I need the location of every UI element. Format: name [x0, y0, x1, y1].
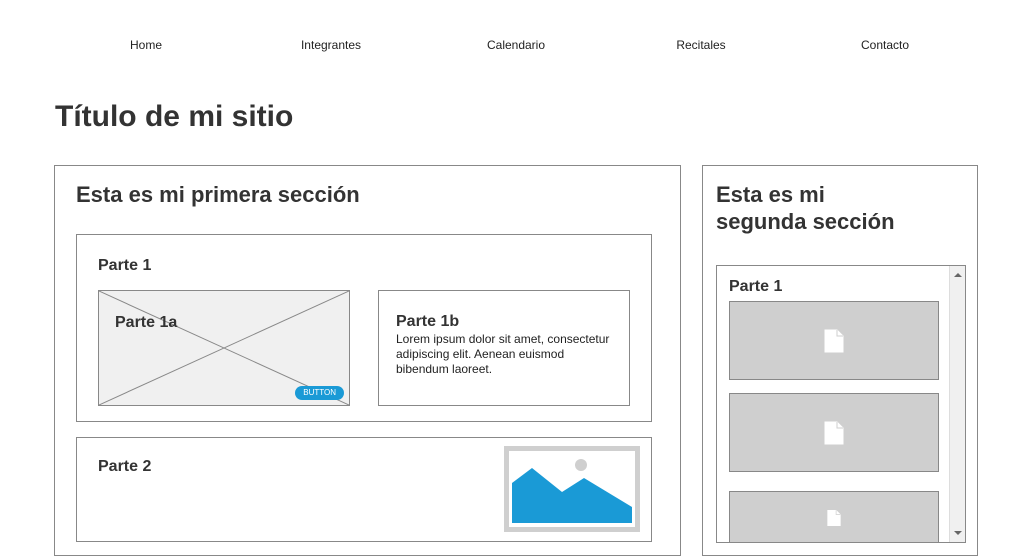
parte2-image	[504, 446, 640, 532]
second-section-title-line1: Esta es mi	[716, 182, 825, 207]
parte2-card: Parte 2	[76, 437, 652, 542]
second-section-title-line2: segunda sección	[716, 209, 895, 234]
nav-item-home[interactable]: Home	[130, 38, 162, 52]
parte1a-image-placeholder: Parte 1a BUTTON	[98, 290, 350, 406]
site-title: Título de mi sitio	[55, 100, 294, 133]
nav-item-calendario[interactable]: Calendario	[487, 38, 545, 52]
parte1a-button[interactable]: BUTTON	[295, 386, 344, 400]
second-parte1-title: Parte 1	[729, 278, 783, 295]
second-section-scroll-panel: Parte 1	[716, 265, 966, 543]
second-section: Esta es mi segunda sección Parte 1	[702, 165, 978, 556]
parte1-title: Parte 1	[98, 257, 152, 274]
file-icon	[824, 421, 844, 444]
nav-item-integrantes[interactable]: Integrantes	[301, 38, 361, 52]
file-icon	[827, 509, 841, 527]
first-section: Esta es mi primera sección Parte 1 Parte…	[54, 165, 681, 556]
nav-item-recitales[interactable]: Recitales	[676, 38, 725, 52]
scroll-down-arrow-icon[interactable]	[950, 527, 966, 539]
file-icon	[824, 329, 844, 352]
first-section-title: Esta es mi primera sección	[76, 182, 360, 207]
file-placeholder-3	[729, 491, 939, 542]
parte1b-title: Parte 1b	[396, 313, 460, 330]
parte1b-text: Lorem ipsum dolor sit amet, consectetur …	[396, 332, 610, 376]
parte1b-card: Parte 1b Lorem ipsum dolor sit amet, con…	[378, 290, 630, 406]
landscape-image-icon	[509, 451, 635, 527]
vertical-scrollbar[interactable]	[949, 266, 965, 542]
parte1-card: Parte 1 Parte 1a BUTTON Parte 1b Lorem i…	[76, 234, 652, 422]
scroll-up-arrow-icon[interactable]	[950, 269, 966, 281]
nav-item-contacto[interactable]: Contacto	[861, 38, 909, 52]
parte2-title: Parte 2	[98, 458, 152, 475]
parte1a-title: Parte 1a	[115, 314, 178, 331]
file-placeholder-2	[729, 393, 939, 472]
file-placeholder-1	[729, 301, 939, 380]
